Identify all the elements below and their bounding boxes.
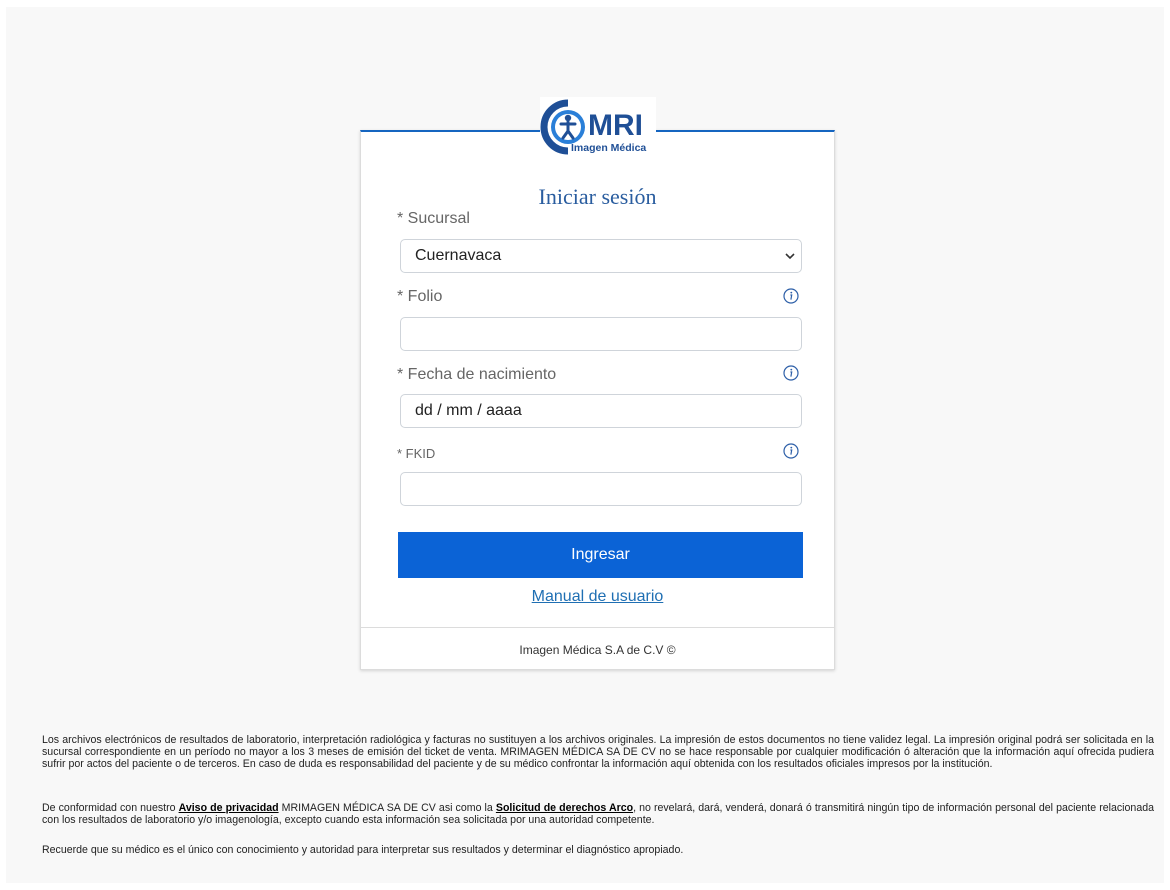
folio-label: * Folio [397, 288, 443, 305]
sucursal-select[interactable]: Cuernavaca [400, 239, 802, 273]
ingresar-button[interactable]: Ingresar [398, 532, 803, 578]
fecha-label: * Fecha de nacimiento [397, 366, 557, 383]
manual-link[interactable]: Manual de usuario [361, 588, 834, 606]
sucursal-label: * Sucursal [397, 210, 470, 227]
privacy-link[interactable]: Aviso de privacidad [179, 802, 279, 814]
fkid-label: * FKID [397, 446, 436, 461]
card-footer: Imagen Médica S.A de C.V © [361, 627, 834, 669]
fkid-input[interactable] [400, 472, 802, 506]
chevron-down-icon [785, 253, 795, 260]
logo-tagline: Imagen Médica [571, 142, 646, 154]
login-card: Iniciar sesión * Sucursal Cuernavaca * F… [360, 130, 835, 670]
birthdate-input[interactable]: dd / mm / aaaa [400, 394, 802, 428]
folio-input[interactable] [400, 317, 802, 351]
info-icon[interactable] [783, 443, 799, 459]
info-icon[interactable] [783, 288, 799, 304]
privacy-text: De conformidad con nuestro [42, 802, 179, 814]
privacy-paragraph: De conformidad con nuestro Aviso de priv… [42, 802, 1154, 826]
mri-logo: MRI Imagen Médica [540, 97, 656, 155]
disclaimer-paragraph: Los archivos electrónicos de resultados … [42, 734, 1154, 770]
logo-brand: MRI [588, 109, 643, 142]
info-icon[interactable] [783, 365, 799, 381]
logo-emblem-icon: MRI Imagen Médica [540, 99, 646, 155]
privacy-text: MRIMAGEN MÉDICA SA DE CV asi como la [278, 802, 496, 814]
advice-paragraph: Recuerde que su médico es el único con c… [42, 844, 684, 856]
sucursal-value: Cuernavaca [415, 247, 502, 264]
arco-link[interactable]: Solicitud de derechos Arco [496, 802, 633, 814]
login-title: Iniciar sesión [538, 184, 657, 209]
